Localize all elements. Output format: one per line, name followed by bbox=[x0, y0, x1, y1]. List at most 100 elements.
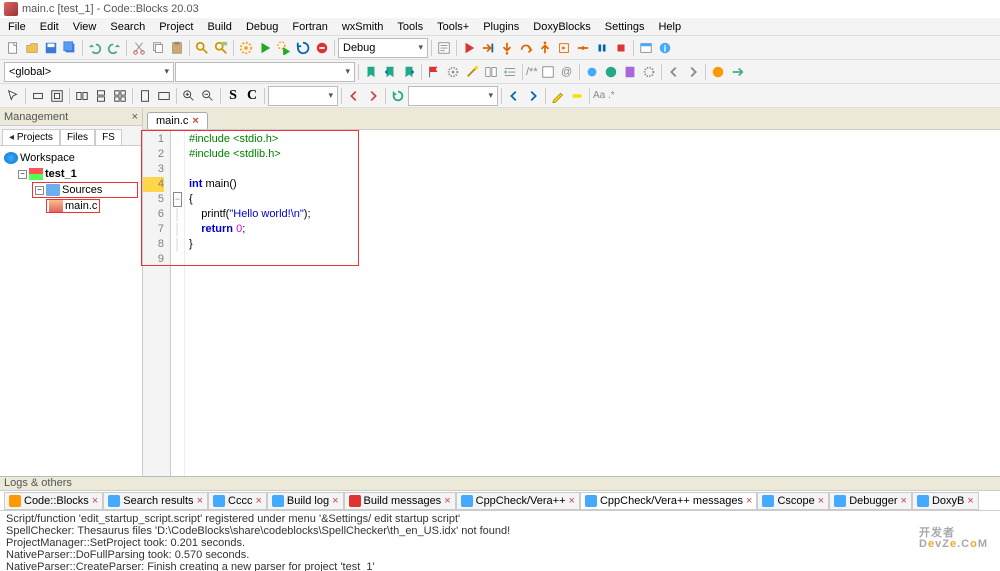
log-tab-cppcheck-vera-messages[interactable]: CppCheck/Vera++ messages× bbox=[580, 492, 758, 510]
layout-h-icon[interactable] bbox=[73, 87, 91, 105]
fit-icon[interactable] bbox=[48, 87, 66, 105]
break-icon[interactable] bbox=[593, 39, 611, 57]
mgmt-tab-projects[interactable]: Projects bbox=[2, 129, 60, 145]
doxy-block-icon[interactable] bbox=[539, 63, 557, 81]
log-tab-doxyb[interactable]: DoxyB× bbox=[912, 492, 979, 510]
collapse-icon[interactable]: − bbox=[35, 186, 44, 195]
menu-settings[interactable]: Settings bbox=[599, 20, 651, 34]
nav-fwd-icon[interactable] bbox=[684, 63, 702, 81]
log-tab-build-messages[interactable]: Build messages× bbox=[344, 492, 456, 510]
menu-tools[interactable]: Tools bbox=[391, 20, 429, 34]
new-file-icon[interactable] bbox=[4, 39, 22, 57]
select-icon[interactable] bbox=[4, 87, 22, 105]
step-out-icon[interactable] bbox=[536, 39, 554, 57]
debug-windows-icon[interactable] bbox=[637, 39, 655, 57]
sources-node[interactable]: − Sources bbox=[32, 182, 138, 198]
target-props-icon[interactable] bbox=[435, 39, 453, 57]
log-tab-debugger[interactable]: Debugger× bbox=[829, 492, 912, 510]
wand-icon[interactable] bbox=[463, 63, 481, 81]
log-tab-search-results[interactable]: Search results× bbox=[103, 492, 208, 510]
menu-help[interactable]: Help bbox=[652, 20, 687, 34]
highlight-icon[interactable] bbox=[568, 87, 586, 105]
hl-fwd-icon[interactable] bbox=[524, 87, 542, 105]
project-tree[interactable]: Workspace − test_1 − Sources main.c bbox=[0, 146, 142, 476]
run-icon[interactable] bbox=[256, 39, 274, 57]
bookmark-toggle-icon[interactable] bbox=[362, 63, 380, 81]
abort-all-icon[interactable] bbox=[709, 63, 727, 81]
text-C-icon[interactable]: C bbox=[243, 87, 261, 105]
undo-icon[interactable] bbox=[86, 39, 104, 57]
doxy-run-icon[interactable] bbox=[583, 63, 601, 81]
close-icon[interactable]: × bbox=[746, 495, 752, 507]
copy-icon[interactable] bbox=[149, 39, 167, 57]
layout-v-icon[interactable] bbox=[92, 87, 110, 105]
refresh-icon[interactable] bbox=[389, 87, 407, 105]
debug-run-icon[interactable] bbox=[460, 39, 478, 57]
diff-icon[interactable] bbox=[482, 63, 500, 81]
mgmt-tab-files[interactable]: Files bbox=[60, 129, 95, 145]
menu-file[interactable]: File bbox=[2, 20, 32, 34]
menu-project[interactable]: Project bbox=[153, 20, 199, 34]
step-over-icon[interactable] bbox=[517, 39, 535, 57]
nav-back-icon[interactable] bbox=[665, 63, 683, 81]
project-node[interactable]: − test_1 bbox=[18, 166, 138, 182]
file-tab-main-c[interactable]: main.c × bbox=[147, 112, 208, 129]
wide-box-icon[interactable] bbox=[155, 87, 173, 105]
close-icon[interactable]: × bbox=[132, 111, 138, 123]
find-icon[interactable] bbox=[193, 39, 211, 57]
bookmark-prev-icon[interactable] bbox=[381, 63, 399, 81]
marker-next-icon[interactable] bbox=[364, 87, 382, 105]
stop-debug-icon[interactable] bbox=[612, 39, 630, 57]
replace-icon[interactable] bbox=[212, 39, 230, 57]
cut-icon[interactable] bbox=[130, 39, 148, 57]
log-tab-code-blocks[interactable]: Code::Blocks× bbox=[4, 492, 103, 510]
gear-icon[interactable] bbox=[444, 63, 462, 81]
file-node[interactable]: main.c bbox=[46, 198, 138, 214]
code-area[interactable]: #include <stdio.h> #include <stdlib.h> i… bbox=[185, 130, 1000, 476]
close-icon[interactable]: × bbox=[197, 495, 203, 507]
menu-view[interactable]: View bbox=[67, 20, 103, 34]
log-tab-cscope[interactable]: Cscope× bbox=[757, 492, 829, 510]
redo-icon[interactable] bbox=[105, 39, 123, 57]
open-icon[interactable] bbox=[23, 39, 41, 57]
paste-icon[interactable] bbox=[168, 39, 186, 57]
layout-g-icon[interactable] bbox=[111, 87, 129, 105]
step-into-icon[interactable] bbox=[498, 39, 516, 57]
menu-doxyblocks[interactable]: DoxyBlocks bbox=[527, 20, 596, 34]
code-editor[interactable]: 123456789 −│││ #include <stdio.h> #inclu… bbox=[143, 130, 1000, 476]
close-icon[interactable]: × bbox=[967, 495, 973, 507]
save-all-icon[interactable] bbox=[61, 39, 79, 57]
doxy-html-icon[interactable] bbox=[602, 63, 620, 81]
log-tab-cccc[interactable]: Cccc× bbox=[208, 492, 267, 510]
box-icon[interactable] bbox=[29, 87, 47, 105]
save-icon[interactable] bbox=[42, 39, 60, 57]
rebuild-icon[interactable] bbox=[294, 39, 312, 57]
step-instr-icon[interactable] bbox=[574, 39, 592, 57]
close-icon[interactable]: × bbox=[444, 495, 450, 507]
indent-icon[interactable] bbox=[501, 63, 519, 81]
thin-box-icon[interactable] bbox=[136, 87, 154, 105]
menu-wxsmith[interactable]: wxSmith bbox=[336, 20, 390, 34]
close-icon[interactable]: × bbox=[255, 495, 261, 507]
hl-back-icon[interactable] bbox=[505, 87, 523, 105]
close-icon[interactable]: × bbox=[569, 495, 575, 507]
pencil-icon[interactable] bbox=[549, 87, 567, 105]
close-icon[interactable]: × bbox=[901, 495, 907, 507]
menu-debug[interactable]: Debug bbox=[240, 20, 284, 34]
scope-combo[interactable]: <global> bbox=[4, 62, 174, 82]
doxy-cfg-icon[interactable] bbox=[640, 63, 658, 81]
build-target-combo[interactable]: Debug bbox=[338, 38, 428, 58]
info-icon[interactable]: i bbox=[656, 39, 674, 57]
menu-plugins[interactable]: Plugins bbox=[477, 20, 525, 34]
doxy-chm-icon[interactable] bbox=[621, 63, 639, 81]
close-icon[interactable]: × bbox=[92, 495, 98, 507]
workspace-node[interactable]: Workspace bbox=[4, 150, 138, 166]
menu-fortran[interactable]: Fortran bbox=[286, 20, 333, 34]
text-S-icon[interactable]: S bbox=[224, 87, 242, 105]
next-instr-icon[interactable] bbox=[555, 39, 573, 57]
build-run-icon[interactable] bbox=[275, 39, 293, 57]
build-icon[interactable] bbox=[237, 39, 255, 57]
close-icon[interactable]: × bbox=[332, 495, 338, 507]
combo-small-2[interactable] bbox=[408, 86, 498, 106]
run-to-cursor-icon[interactable] bbox=[479, 39, 497, 57]
